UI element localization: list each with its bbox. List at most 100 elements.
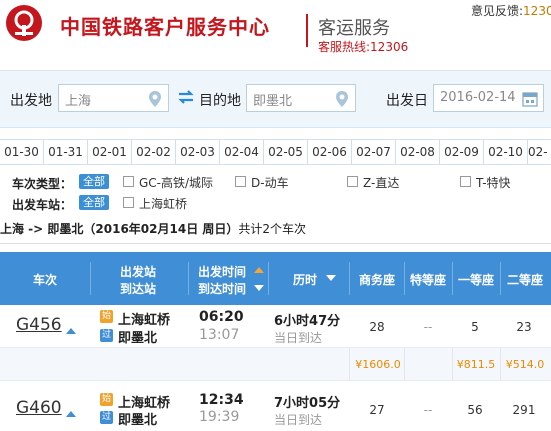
date-tab[interactable]: 02-10 <box>484 140 528 164</box>
station-all-button[interactable]: 全部 <box>79 195 109 210</box>
search-bar: 出发地 上海 目的地 即墨北 出发日 2016-02-14 <box>0 70 551 128</box>
feedback-number: 1230 <box>523 4 551 18</box>
header-second-seat: 二等座 <box>506 273 543 287</box>
header-time-arrive[interactable]: 到达时间 <box>194 280 250 297</box>
location-pin-icon[interactable] <box>333 90 351 108</box>
sort-asc-icon[interactable] <box>254 267 264 273</box>
date-tab[interactable]: 02- <box>528 140 551 164</box>
date-tab[interactable]: 02-04 <box>220 140 264 164</box>
to-station-value: 即墨北 <box>253 94 293 109</box>
top-header: 中国铁路客户服务中心 客运服务 客服热线:12306 意见反馈:1230 <box>0 0 551 58</box>
feedback-link[interactable]: 意见反馈:1230 <box>471 2 551 19</box>
date-tab[interactable]: 02-07 <box>352 140 396 164</box>
date-tab[interactable]: 02-03 <box>176 140 220 164</box>
type-z-label: Z-直达 <box>363 176 400 190</box>
cell-divider <box>404 348 405 381</box>
seat-second[interactable]: 291 <box>502 403 546 417</box>
start-badge: 始 <box>100 393 113 406</box>
date-label: 出发日 <box>386 93 428 109</box>
pass-badge: 过 <box>100 329 113 342</box>
results-table-header: 车次 出发站 到达站 出发时间 到达时间 历时 商务座 特等座 一等座 二等座 <box>0 252 551 305</box>
header-train[interactable]: 车次 <box>20 271 70 288</box>
duration-note: 当日到达 <box>274 413 323 427</box>
to-label: 目的地 <box>199 93 241 109</box>
type-t-checkbox[interactable] <box>460 176 471 187</box>
date-tab[interactable]: 02-05 <box>264 140 308 164</box>
depart-time: 06:20 <box>199 309 244 325</box>
start-badge: 始 <box>100 310 113 323</box>
train-number-link[interactable]: G456 <box>16 315 62 335</box>
date-input[interactable]: 2016-02-14 <box>433 84 544 112</box>
header-station-depart: 出发站 <box>119 265 156 279</box>
price-row: ¥1606.0 ¥811.5 ¥514.0 <box>0 347 551 381</box>
station-filter-label: 出发车站： <box>12 198 73 212</box>
train-number-link[interactable]: G460 <box>16 398 62 418</box>
train-type-all-button[interactable]: 全部 <box>79 174 109 189</box>
from-station-value: 上海 <box>65 94 92 109</box>
train-type-label: 车次类型： <box>12 177 73 191</box>
header-first-seat: 一等座 <box>457 273 494 287</box>
date-tab[interactable]: 02-09 <box>440 140 484 164</box>
type-gc-checkbox[interactable] <box>123 176 134 187</box>
date-tab[interactable]: 02-01 <box>88 140 132 164</box>
seat-special: -- <box>423 403 433 417</box>
seat-first[interactable]: 56 <box>453 403 497 417</box>
route-count: 共计2个车次 <box>238 222 307 236</box>
header-special-seat: 特等座 <box>409 273 446 287</box>
type-gc-label: GC-高铁/城际 <box>139 176 214 190</box>
location-pin-icon[interactable] <box>146 90 164 108</box>
header-divider <box>349 262 350 295</box>
header-duration[interactable]: 历时 <box>286 271 324 288</box>
type-d-checkbox[interactable] <box>235 176 246 187</box>
calendar-icon[interactable] <box>521 90 539 108</box>
date-tab[interactable]: 01-31 <box>44 140 88 164</box>
sort-desc-icon[interactable] <box>326 275 336 281</box>
to-station-input[interactable]: 即墨北 <box>246 84 356 112</box>
header-station-arrive: 到达站 <box>119 282 156 296</box>
duration: 7小时05分 <box>274 396 341 411</box>
from-station-input[interactable]: 上海 <box>58 84 169 112</box>
price-business: ¥1606.0 <box>355 358 401 371</box>
arrive-station: 即墨北 <box>118 413 158 428</box>
date-tabs: 01-30 01-31 02-01 02-02 02-03 02-04 02-0… <box>0 139 551 165</box>
date-tab[interactable]: 01-30 <box>0 140 44 164</box>
type-d-label: D-动车 <box>251 176 289 190</box>
pass-badge: 过 <box>100 411 113 424</box>
type-z-checkbox[interactable] <box>347 176 358 187</box>
date-value: 2016-02-14 <box>440 90 516 105</box>
type-t-label: T-特快 <box>476 176 511 190</box>
service-title: 客运服务 <box>318 18 390 39</box>
expand-stops-icon[interactable] <box>66 411 76 417</box>
expand-stops-icon[interactable] <box>66 328 76 334</box>
header-divider <box>268 262 269 295</box>
seat-business[interactable]: 27 <box>355 403 399 417</box>
duration-note: 当日到达 <box>274 331 323 345</box>
date-tab[interactable]: 02-02 <box>132 140 176 164</box>
table-row: G460 始 上海虹桥 过 即墨北 12:34 19:39 7小时05分 当日到… <box>0 387 551 431</box>
seat-first[interactable]: 5 <box>453 320 497 334</box>
station-hongqiao-checkbox[interactable] <box>123 197 134 208</box>
route-text: 上海 -> 即墨北 <box>0 222 84 236</box>
date-tab[interactable]: 02-08 <box>396 140 440 164</box>
seat-special: -- <box>423 320 433 334</box>
swap-stations-icon[interactable] <box>176 87 196 107</box>
arrive-time: 19:39 <box>199 409 240 425</box>
seat-second[interactable]: 23 <box>502 320 546 334</box>
header-time-depart[interactable]: 出发时间 <box>194 263 250 280</box>
price-second: ¥514.0 <box>505 358 545 371</box>
depart-time: 12:34 <box>199 392 244 408</box>
station-hongqiao-label: 上海虹桥 <box>139 197 188 211</box>
header-business-seat: 商务座 <box>358 273 395 287</box>
arrive-time: 13:07 <box>199 327 240 343</box>
divider <box>0 243 551 244</box>
brand-divider <box>306 14 308 47</box>
header-divider <box>90 262 91 295</box>
sort-desc-icon[interactable] <box>254 285 264 291</box>
table-row: G456 始 上海虹桥 过 即墨北 06:20 13:07 6小时47分 当日到… <box>0 305 551 347</box>
seat-business[interactable]: 28 <box>355 320 399 334</box>
from-label: 出发地 <box>10 93 52 109</box>
filters-panel: 车次类型： 全部 GC-高铁/城际 D-动车 Z-直达 T-特快 出发车站： 全… <box>0 170 551 214</box>
duration: 6小时47分 <box>274 314 341 329</box>
feedback-label: 意见反馈: <box>471 4 524 18</box>
date-tab[interactable]: 02-06 <box>308 140 352 164</box>
